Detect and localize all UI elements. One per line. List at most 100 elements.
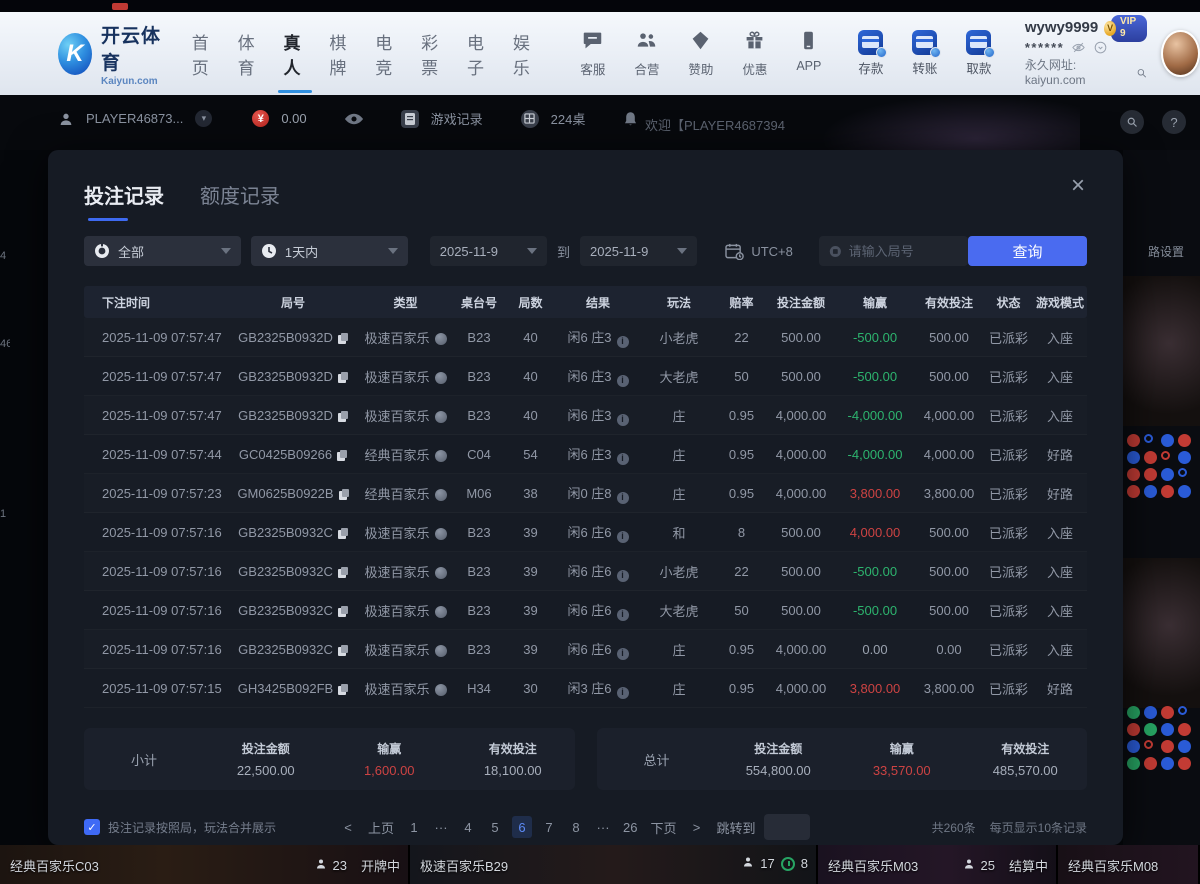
copy-icon[interactable] [338,528,348,539]
quick-action-APP[interactable]: APP [789,30,829,78]
cell-bet-amount: 500.00 [766,564,836,579]
prev-page-button[interactable]: 上页 [365,816,397,838]
magnifier-icon[interactable] [1136,67,1147,79]
cell-table-id: M06 [452,486,506,501]
vip-level: VIP 9 [1111,15,1147,42]
bell-icon[interactable] [623,111,638,127]
viewers-count: 23 [333,858,347,873]
site-logo[interactable]: K 开云体育 Kaiyun.com [58,21,166,87]
tables-count-label[interactable]: 224桌 [551,109,586,128]
page-26[interactable]: 26 [620,816,640,838]
round-search-input[interactable] [849,244,958,259]
game-type-icon [435,411,447,423]
chevron-down-icon [677,248,687,254]
table-row: 2025-11-09 07:57:47GB2325B0932D极速百家乐B234… [84,357,1087,396]
next-arrow-icon[interactable]: > [687,816,707,838]
page-4[interactable]: 4 [458,816,478,838]
copy-icon[interactable] [338,372,348,383]
info-icon[interactable]: i [617,375,629,387]
copy-icon[interactable] [338,567,348,578]
time-range-select[interactable]: 1天内 [251,236,408,266]
info-icon[interactable]: i [617,336,629,348]
cell-odds: 22 [717,564,766,579]
date-from-picker[interactable]: 2025-11-9 [430,236,547,266]
eye-icon[interactable] [345,112,363,126]
avatar[interactable] [1161,30,1200,77]
date-to-picker[interactable]: 2025-11-9 [580,236,697,266]
eye-off-icon[interactable] [1071,40,1086,55]
video-tile-经典百家乐M03[interactable]: 经典百家乐M0325结算中 [818,845,1058,884]
nav-item-电子[interactable]: 电子 [467,23,491,85]
quick-action-赞助[interactable]: 赞助 [681,30,721,78]
next-page-button[interactable]: 下页 [648,816,680,838]
cell-round-count: 40 [506,330,555,345]
copy-icon[interactable] [338,411,348,422]
tab-额度记录[interactable]: 额度记录 [200,180,280,221]
subtotal-win-label: 输赢 [328,740,452,757]
copy-icon[interactable] [338,684,348,695]
nav-item-真人[interactable]: 真人 [283,23,307,85]
background-dealer-video [1123,276,1200,426]
copy-icon[interactable] [339,489,349,500]
refresh-balance-icon[interactable] [1093,40,1108,55]
page-7[interactable]: 7 [539,816,559,838]
page-6[interactable]: 6 [512,816,532,838]
nav-item-首页[interactable]: 首页 [192,23,216,85]
info-icon[interactable]: i [617,687,629,699]
info-icon[interactable]: i [617,531,629,543]
prev-arrow-icon[interactable]: < [338,816,358,838]
player-chevron-icon[interactable]: ▾ [195,110,212,127]
page-8[interactable]: 8 [566,816,586,838]
wallet-actions: 存款转账取款 [851,30,999,77]
info-icon[interactable]: i [617,609,629,621]
nav-item-体育[interactable]: 体育 [238,23,262,85]
search-icon[interactable] [1120,110,1144,134]
nav-item-彩票[interactable]: 彩票 [421,23,445,85]
cell-valid-bet: 3,800.00 [914,681,984,696]
info-icon[interactable]: i [617,414,629,426]
cell-bet-time: 2025-11-09 07:57:47 [84,369,227,384]
game-type-select[interactable]: 全部 [84,236,241,266]
merge-checkbox[interactable]: ✓ [84,819,100,835]
col-header-游戏模式: 游戏模式 [1033,294,1087,311]
copy-icon[interactable] [338,645,348,656]
quick-action-客服[interactable]: 客服 [573,30,613,78]
video-tile-极速百家乐B29[interactable]: 极速百家乐B29178 [410,845,818,884]
info-icon[interactable]: i [617,492,629,504]
page-1[interactable]: 1 [404,816,424,838]
subtotal-label: 小计 [84,750,204,769]
calendar-icon [725,243,744,260]
copy-icon[interactable] [338,606,348,617]
game-record-icon[interactable] [401,110,419,128]
wallet-action-取款[interactable]: 取款 [959,30,999,77]
table-status: 开牌中 [361,856,400,875]
info-icon[interactable]: i [617,453,629,465]
info-icon[interactable]: i [617,570,629,582]
player-id[interactable]: PLAYER46873... [86,111,183,126]
query-button[interactable]: 查询 [968,236,1087,266]
video-tile-经典百家乐M08[interactable]: 经典百家乐M08 [1058,845,1200,884]
jump-page-input[interactable] [764,814,810,840]
quick-action-合营[interactable]: 合营 [627,30,667,78]
page-5[interactable]: 5 [485,816,505,838]
copy-icon[interactable] [337,450,347,461]
timezone-control[interactable]: UTC+8 [725,243,793,260]
col-header-结果: 结果 [555,294,641,311]
cell-play-type: 大老虎 [641,601,717,620]
cell-play-type: 庄 [641,406,717,425]
wallet-action-存款[interactable]: 存款 [851,30,891,77]
info-icon[interactable]: i [617,648,629,660]
help-icon[interactable]: ? [1162,110,1186,134]
game-record-label[interactable]: 游戏记录 [431,109,483,128]
user-block[interactable]: wywy9999 V VIP 9 ****** 永久网址: kaiyun.com [1025,19,1147,88]
tab-投注记录[interactable]: 投注记录 [84,180,164,221]
nav-item-娱乐[interactable]: 娱乐 [513,23,537,85]
close-icon[interactable]: × [1071,174,1085,198]
nav-item-棋牌[interactable]: 棋牌 [329,23,353,85]
copy-icon[interactable] [338,333,348,344]
tables-icon[interactable] [521,110,539,128]
wallet-action-转账[interactable]: 转账 [905,30,945,77]
nav-item-电竞[interactable]: 电竞 [375,23,399,85]
quick-action-优惠[interactable]: 优惠 [735,30,775,78]
video-tile-经典百家乐C03[interactable]: 经典百家乐C0323开牌中 [0,845,410,884]
